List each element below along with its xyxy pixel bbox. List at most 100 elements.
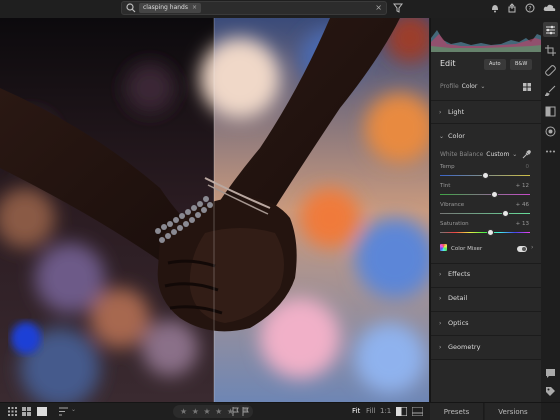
section-detail[interactable]: › Detail xyxy=(439,294,467,302)
photo-image xyxy=(0,18,429,402)
section-light[interactable]: › Light xyxy=(439,108,464,116)
section-geometry-label: Geometry xyxy=(448,343,481,351)
divider xyxy=(431,359,542,360)
tag-icon[interactable] xyxy=(545,386,556,397)
chevron-right-icon: › xyxy=(439,295,442,302)
section-detail-label: Detail xyxy=(448,294,468,302)
chip-close-icon[interactable]: × xyxy=(192,4,197,11)
share-icon[interactable] xyxy=(507,3,517,13)
temp-value[interactable]: 0 xyxy=(526,164,530,170)
color-mixer-label: Color Mixer xyxy=(451,246,483,252)
tint-value[interactable]: + 12 xyxy=(516,183,529,189)
chevron-down-icon: ⌄ xyxy=(512,151,518,158)
more-icon[interactable] xyxy=(545,146,556,157)
bell-icon[interactable] xyxy=(490,3,500,13)
saturation-slider-thumb[interactable] xyxy=(486,228,494,236)
chevron-down-icon[interactable]: ⌄ xyxy=(71,406,76,413)
white-balance-value[interactable]: Custom xyxy=(486,151,509,158)
single-view-icon[interactable] xyxy=(37,407,47,416)
sort-icon[interactable] xyxy=(59,407,69,416)
vibrance-value[interactable]: + 46 xyxy=(516,202,529,208)
healing-icon[interactable] xyxy=(545,65,556,76)
grid-large-icon[interactable] xyxy=(22,407,31,416)
clear-search-icon[interactable]: × xyxy=(375,2,382,14)
section-geometry[interactable]: › Geometry xyxy=(439,343,480,351)
chevron-right-icon: › xyxy=(439,109,442,116)
grid-small-icon[interactable] xyxy=(8,407,17,416)
section-effects[interactable]: › Effects xyxy=(439,270,470,278)
profile-selector[interactable]: Profile Color ⌄ xyxy=(440,83,485,90)
bottom-bar: ⌄ ★ ★ ★ ★ ★ Fit Fill 1:1 Presets Version… xyxy=(0,402,560,420)
filmstrip-icon[interactable] xyxy=(412,407,423,416)
search-icon xyxy=(126,3,136,13)
section-light-label: Light xyxy=(448,108,465,116)
divider xyxy=(431,100,542,101)
svg-text:?: ? xyxy=(528,5,531,12)
search-field[interactable]: clasping hands × × xyxy=(121,1,387,15)
divider xyxy=(431,311,542,312)
edit-sliders-icon[interactable] xyxy=(545,24,556,35)
help-icon[interactable]: ? xyxy=(525,3,535,13)
zoom-fit[interactable]: Fit xyxy=(352,406,360,417)
versions-tab[interactable]: Versions xyxy=(485,403,541,420)
chevron-down-icon: ⌄ xyxy=(480,83,486,90)
saturation-slider-track[interactable] xyxy=(440,232,530,233)
white-balance-selector[interactable]: White Balance Custom ⌄ xyxy=(440,151,517,158)
chevron-right-icon[interactable]: › xyxy=(531,244,533,251)
divider xyxy=(431,123,542,124)
search-chip[interactable]: clasping hands × xyxy=(139,3,202,13)
section-effects-label: Effects xyxy=(448,270,471,278)
white-balance-label: White Balance xyxy=(440,151,484,158)
auto-button[interactable]: Auto xyxy=(484,59,506,70)
divider xyxy=(431,335,542,336)
section-color[interactable]: ⌄ Color xyxy=(439,132,465,140)
eyedropper-icon[interactable] xyxy=(521,150,531,160)
color-mixer-icon xyxy=(440,244,447,251)
search-chip-label: clasping hands xyxy=(143,4,188,11)
section-optics[interactable]: › Optics xyxy=(439,319,469,327)
app-window: clasping hands × × ? Edit Auto B&W Profi… xyxy=(0,0,560,420)
section-color-label: Color xyxy=(448,132,465,140)
vibrance-slider-track[interactable] xyxy=(440,213,530,214)
edit-title: Edit xyxy=(440,59,456,68)
edit-panel: Edit Auto B&W Profile Color ⌄ › Light ⌄ Colo… xyxy=(430,18,542,402)
chevron-right-icon: › xyxy=(439,320,442,327)
chevron-right-icon: › xyxy=(439,271,442,278)
zoom-fill[interactable]: Fill xyxy=(366,406,375,417)
gradient-icon[interactable] xyxy=(545,106,556,117)
radial-icon[interactable] xyxy=(545,126,556,137)
section-optics-label: Optics xyxy=(448,319,469,327)
compare-icon[interactable] xyxy=(396,407,407,416)
comment-icon[interactable] xyxy=(545,368,556,379)
bw-button[interactable]: B&W xyxy=(510,59,533,70)
chevron-down-icon: ⌄ xyxy=(439,133,445,140)
filter-icon[interactable] xyxy=(393,3,403,13)
flag-pick-icon[interactable] xyxy=(232,407,239,416)
zoom-1to1[interactable]: 1:1 xyxy=(380,406,391,417)
saturation-value[interactable]: + 13 xyxy=(516,221,529,227)
divider xyxy=(431,287,542,288)
temp-slider-thumb[interactable] xyxy=(481,171,489,179)
crop-icon[interactable] xyxy=(545,45,556,56)
vibrance-label: Vibrance xyxy=(440,202,465,208)
tool-rail xyxy=(541,18,560,402)
cloud-icon[interactable] xyxy=(543,3,556,13)
tint-label: Tint xyxy=(440,183,451,189)
saturation-label: Saturation xyxy=(440,221,469,227)
flag-reject-icon[interactable] xyxy=(242,407,249,416)
photo-canvas[interactable] xyxy=(0,18,429,402)
star-rating[interactable]: ★ ★ ★ ★ ★ xyxy=(173,405,253,418)
profile-browser-icon[interactable] xyxy=(522,82,532,92)
divider xyxy=(431,263,542,264)
histogram xyxy=(431,18,542,52)
vibrance-slider-thumb[interactable] xyxy=(502,209,510,217)
brush-icon[interactable] xyxy=(545,85,556,96)
color-mixer-row[interactable]: Color Mixer xyxy=(440,244,482,252)
profile-value[interactable]: Color xyxy=(462,83,478,90)
tint-slider-track[interactable] xyxy=(440,194,530,195)
top-bar: clasping hands × × ? xyxy=(0,0,560,18)
presets-tab[interactable]: Presets xyxy=(430,403,484,420)
tint-slider-thumb[interactable] xyxy=(490,190,498,198)
color-mixer-toggle[interactable] xyxy=(517,246,527,252)
temp-label: Temp xyxy=(440,164,455,170)
